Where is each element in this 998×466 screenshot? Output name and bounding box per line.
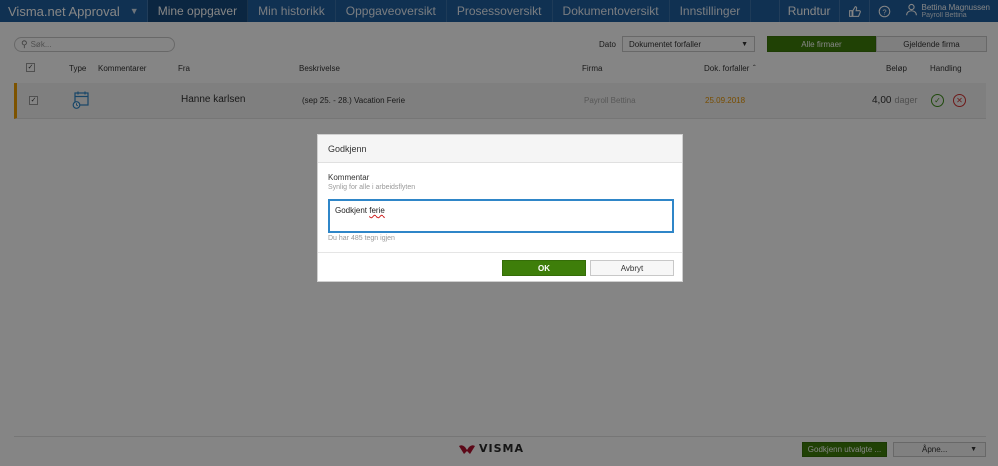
comment-text: Godkjent	[335, 206, 370, 215]
comment-label: Kommentar	[328, 173, 370, 182]
comment-textarea[interactable]: Godkjent ferie	[328, 199, 674, 233]
comment-hint: Synlig for alle i arbeidsflyten	[328, 184, 416, 191]
comment-text-misspelled: ferie	[369, 206, 385, 215]
dialog-title: Godkjenn	[318, 135, 682, 163]
cancel-button[interactable]: Avbryt	[590, 260, 674, 276]
chars-remaining: Du har 485 tegn igjen	[328, 235, 395, 242]
approve-dialog: Godkjenn Kommentar Synlig for alle i arb…	[317, 134, 683, 282]
ok-button[interactable]: OK	[502, 260, 586, 276]
dialog-divider	[318, 252, 682, 253]
